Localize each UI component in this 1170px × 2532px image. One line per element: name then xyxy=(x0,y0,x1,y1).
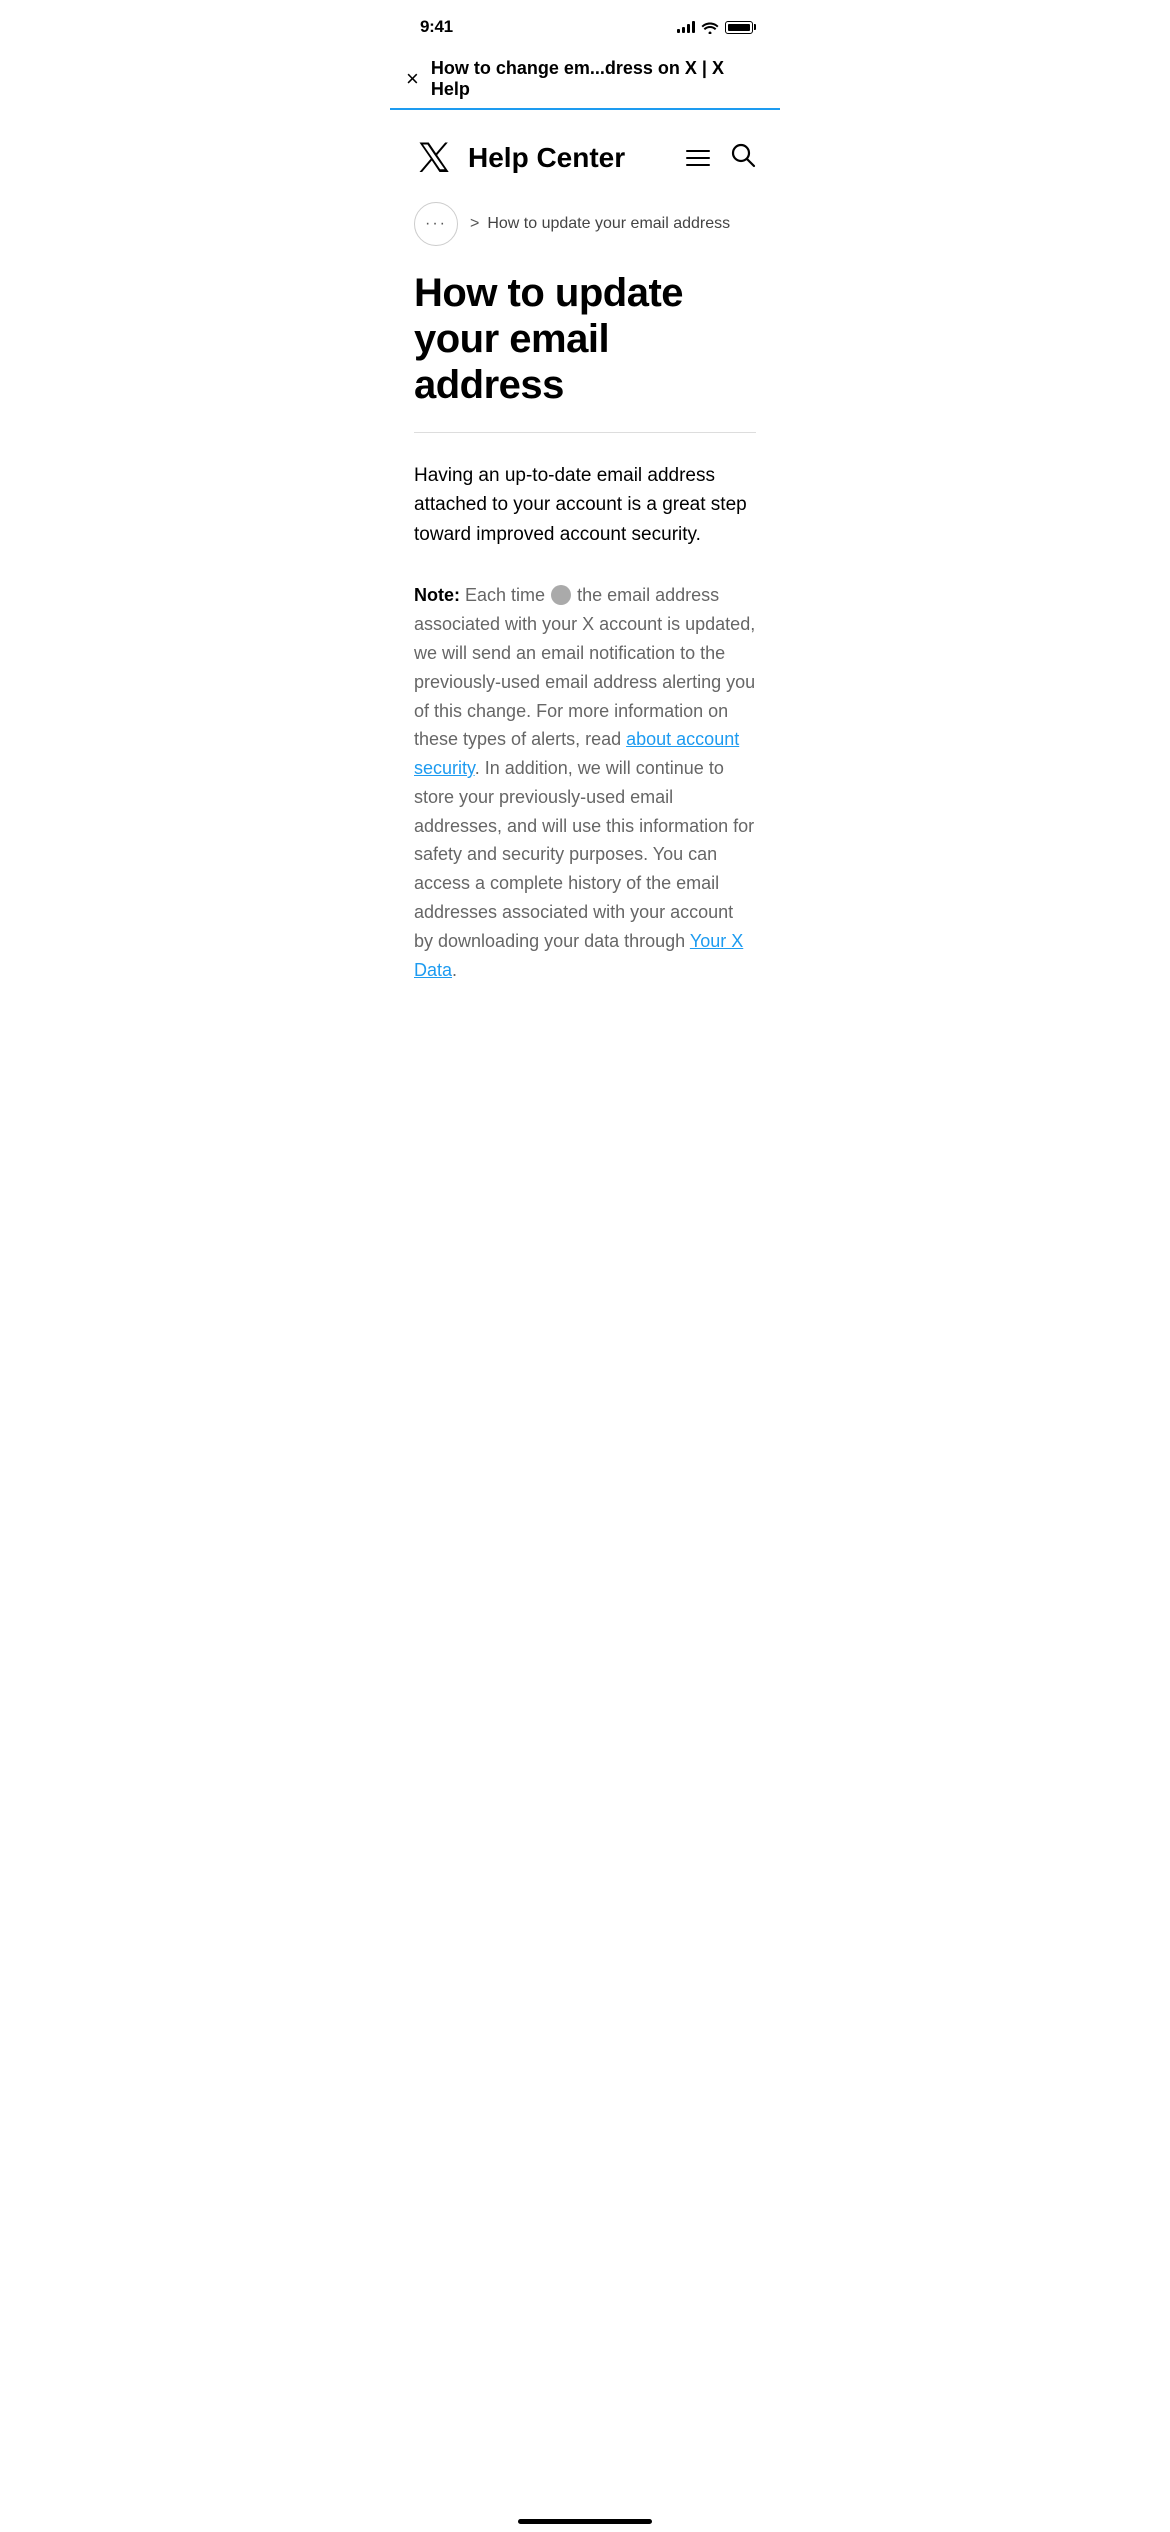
status-icons xyxy=(677,21,756,34)
article-title: How to update your email address xyxy=(414,270,756,408)
breadcrumb-current: How to update your email address xyxy=(487,215,730,233)
status-bar: 9:41 xyxy=(390,0,780,50)
note-text: Each time xyxy=(465,585,550,605)
wifi-icon xyxy=(701,21,719,34)
signal-icon xyxy=(677,21,695,33)
header-icons xyxy=(686,142,756,175)
breadcrumb-chevron-icon: > xyxy=(470,215,479,233)
article-note: Note: Each time the email address associ… xyxy=(414,581,756,984)
scroll-indicator xyxy=(551,585,571,605)
note-end: . xyxy=(452,960,457,980)
note-continuation: . In addition, we will continue to store… xyxy=(414,758,754,951)
article-container: How to update your email address Having … xyxy=(390,270,780,984)
close-tab-button[interactable]: × xyxy=(406,68,419,90)
menu-button[interactable] xyxy=(686,150,710,166)
browser-title: How to change em...dress on X | X Help xyxy=(431,58,764,100)
x-logo-icon xyxy=(414,138,454,178)
breadcrumb-back-button[interactable]: ··· xyxy=(414,202,458,246)
article-divider xyxy=(414,432,756,433)
site-header: Help Center xyxy=(390,110,780,202)
article-intro: Having an up-to-date email address attac… xyxy=(414,461,756,549)
status-time: 9:41 xyxy=(420,17,453,37)
logo-area: Help Center xyxy=(414,138,625,178)
home-indicator xyxy=(518,2519,652,2524)
note-label: Note: xyxy=(414,585,460,605)
note-text-cont: the email address associated with your X… xyxy=(414,585,755,749)
site-name: Help Center xyxy=(468,142,625,174)
battery-icon xyxy=(725,21,756,34)
breadcrumb: ··· > How to update your email address xyxy=(390,202,780,270)
browser-bar: × How to change em...dress on X | X Help xyxy=(390,50,780,110)
breadcrumb-dots: ··· xyxy=(425,215,447,233)
search-button[interactable] xyxy=(730,142,756,175)
